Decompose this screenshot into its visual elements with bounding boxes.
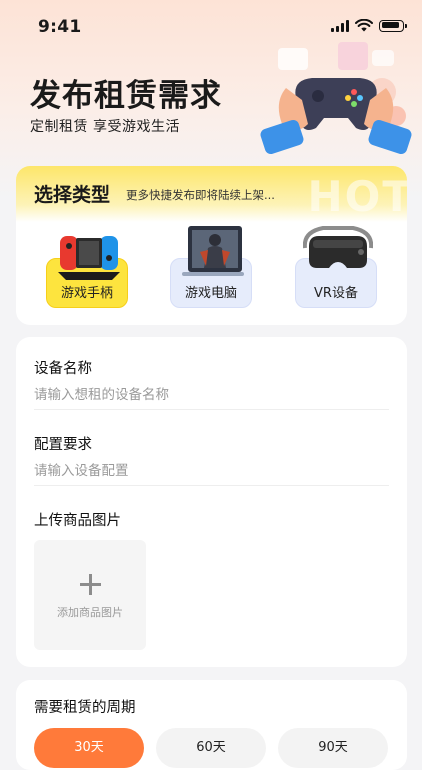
device-name-input[interactable] [34,381,389,410]
period-title: 需要租赁的周期 [34,700,136,716]
upload-label: 上传商品图片 [34,513,121,529]
rental-form-card: 设备名称 配置要求 上传商品图片 添加商品图片 [16,337,407,667]
config-label: 配置要求 [34,437,92,453]
config-input[interactable] [34,457,389,486]
period-option-30[interactable]: 30天 [34,728,144,768]
type-selection-card: HOT 选择类型 更多快捷发布即将陆续上架... 游戏手柄 游戏电脑 VR设备 [16,166,407,325]
hot-watermark: HOT [307,172,407,221]
type-option-label: VR设备 [314,286,358,301]
add-image-button[interactable]: 添加商品图片 [34,540,146,650]
hero-gamepad-illustration [260,42,412,154]
rental-period-card: 需要租赁的周期 30天 60天 90天 [16,680,407,770]
status-icons [331,19,407,32]
add-image-text: 添加商品图片 [57,606,123,619]
type-option-gaming-pc[interactable]: 游戏电脑 [164,222,264,314]
cellular-signal-icon [331,19,349,32]
type-header: HOT 选择类型 更多快捷发布即将陆续上架... [16,166,407,222]
vr-headset-icon [303,226,373,268]
device-name-label: 设备名称 [34,361,92,377]
page-title: 发布租赁需求 [30,78,222,114]
type-option-gamepad[interactable]: 游戏手柄 [40,222,140,314]
type-option-label: 游戏电脑 [184,286,237,301]
game-controller-icon [58,236,120,280]
gaming-pc-icon [182,226,244,276]
type-option-label: 游戏手柄 [60,286,113,301]
wifi-icon [355,19,373,32]
type-option-vr[interactable]: VR设备 [289,222,389,314]
battery-icon [379,19,407,32]
status-time: 9:41 [38,17,82,37]
period-option-90[interactable]: 90天 [278,728,388,768]
plus-icon [80,574,101,595]
period-option-60[interactable]: 60天 [156,728,266,768]
page-subtitle: 定制租赁 享受游戏生活 [30,119,180,135]
type-section-title: 选择类型 [34,184,111,206]
type-section-hint: 更多快捷发布即将陆续上架... [126,188,275,202]
